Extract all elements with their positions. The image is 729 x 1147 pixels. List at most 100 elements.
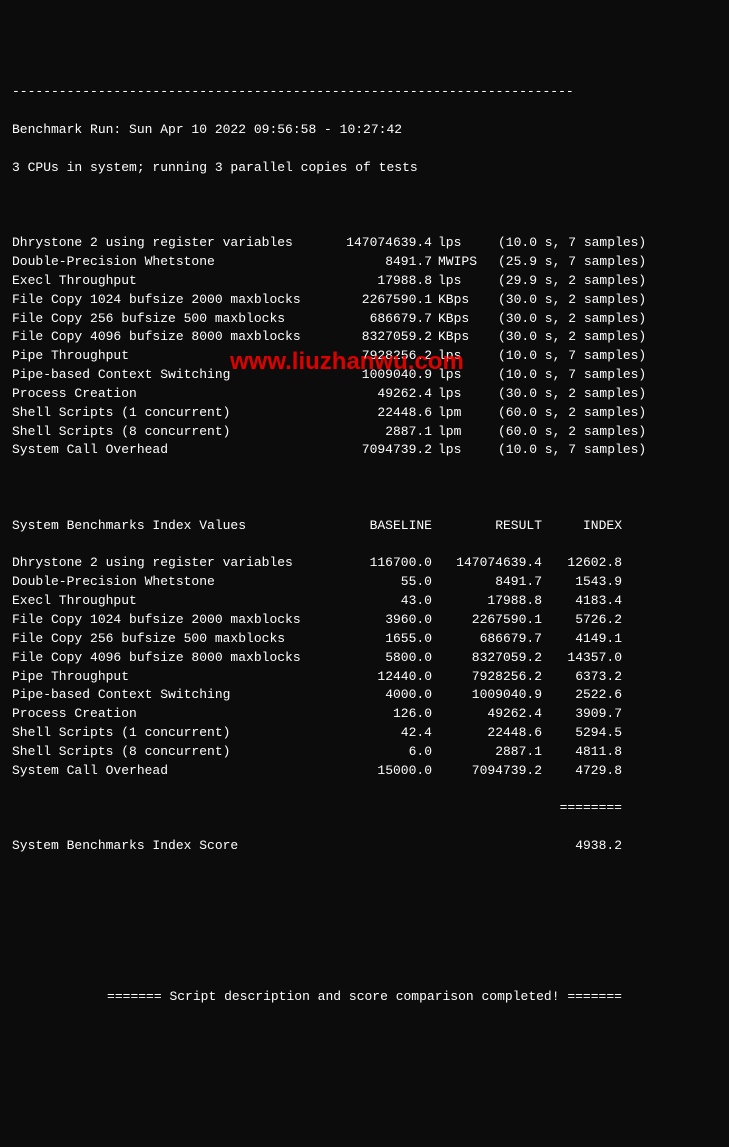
test-value: 8327059.2 [332,328,432,347]
test-name: Pipe-based Context Switching [12,366,332,385]
index-row: Process Creation126.049262.43909.7 [12,705,717,724]
test-row: Dhrystone 2 using register variables1470… [12,234,717,253]
test-value: 49262.4 [332,385,432,404]
index-baseline: 3960.0 [332,611,432,630]
blank-line [12,479,717,498]
test-unit: KBps [432,328,482,347]
index-result-header: RESULT [432,517,542,536]
index-row: Dhrystone 2 using register variables1167… [12,554,717,573]
index-row: Pipe Throughput12440.07928256.26373.2 [12,668,717,687]
index-name: File Copy 4096 bufsize 8000 maxblocks [12,649,332,668]
test-name: Shell Scripts (1 concurrent) [12,404,332,423]
test-timing: (30.0 s, 2 samples) [482,328,646,347]
index-result: 7928256.2 [432,668,542,687]
index-name: System Call Overhead [12,762,332,781]
test-value: 2267590.1 [332,291,432,310]
index-result: 1009040.9 [432,686,542,705]
index-row: Pipe-based Context Switching4000.0100904… [12,686,717,705]
test-row: Pipe-based Context Switching1009040.9lps… [12,366,717,385]
test-unit: lps [432,385,482,404]
test-value: 686679.7 [332,310,432,329]
separator-line: ----------------------------------------… [12,83,717,102]
test-row: File Copy 4096 bufsize 8000 maxblocks832… [12,328,717,347]
test-name: Process Creation [12,385,332,404]
index-result: 7094739.2 [432,762,542,781]
index-index: 4811.8 [542,743,622,762]
test-timing: (10.0 s, 7 samples) [482,366,646,385]
test-row: File Copy 1024 bufsize 2000 maxblocks226… [12,291,717,310]
index-result: 49262.4 [432,705,542,724]
index-name: Shell Scripts (8 concurrent) [12,743,332,762]
index-baseline: 116700.0 [332,554,432,573]
test-value: 7928256.2 [332,347,432,366]
index-name: Pipe Throughput [12,668,332,687]
index-result: 8491.7 [432,573,542,592]
test-timing: (30.0 s, 2 samples) [482,291,646,310]
index-row: File Copy 4096 bufsize 8000 maxblocks580… [12,649,717,668]
test-timing: (10.0 s, 7 samples) [482,347,646,366]
index-row: Double-Precision Whetstone55.08491.71543… [12,573,717,592]
test-name: System Call Overhead [12,441,332,460]
index-result: 2887.1 [432,743,542,762]
score-value: 4938.2 [542,837,622,856]
index-row: System Call Overhead15000.07094739.24729… [12,762,717,781]
test-unit: lps [432,366,482,385]
index-name: Double-Precision Whetstone [12,573,332,592]
benchmark-run-header: Benchmark Run: Sun Apr 10 2022 09:56:58 … [12,121,717,140]
index-index: 2522.6 [542,686,622,705]
test-unit: lpm [432,404,482,423]
index-result: 8327059.2 [432,649,542,668]
blank-line [12,950,717,969]
index-baseline: 126.0 [332,705,432,724]
blank-line [12,196,717,215]
test-timing: (30.0 s, 2 samples) [482,385,646,404]
index-header-row: System Benchmarks Index ValuesBASELINERE… [12,517,717,536]
index-index: 4149.1 [542,630,622,649]
test-value: 1009040.9 [332,366,432,385]
test-row: Execl Throughput17988.8lps(29.9 s, 2 sam… [12,272,717,291]
index-index: 14357.0 [542,649,622,668]
index-result: 147074639.4 [432,554,542,573]
test-timing: (30.0 s, 2 samples) [482,310,646,329]
index-row: Shell Scripts (8 concurrent)6.02887.1481… [12,743,717,762]
test-timing: (60.0 s, 2 samples) [482,423,646,442]
index-name: Process Creation [12,705,332,724]
index-baseline-header: BASELINE [332,517,432,536]
index-baseline: 43.0 [332,592,432,611]
cpu-info: 3 CPUs in system; running 3 parallel cop… [12,159,717,178]
test-unit: lps [432,234,482,253]
index-baseline: 4000.0 [332,686,432,705]
index-index: 1543.9 [542,573,622,592]
test-value: 17988.8 [332,272,432,291]
test-timing: (10.0 s, 7 samples) [482,441,646,460]
test-row: Shell Scripts (1 concurrent)22448.6lpm(6… [12,404,717,423]
test-name: File Copy 256 bufsize 500 maxblocks [12,310,332,329]
test-timing: (60.0 s, 2 samples) [482,404,646,423]
test-row: File Copy 256 bufsize 500 maxblocks68667… [12,310,717,329]
test-value: 7094739.2 [332,441,432,460]
test-value: 147074639.4 [332,234,432,253]
test-name: Pipe Throughput [12,347,332,366]
index-baseline: 6.0 [332,743,432,762]
test-row: Pipe Throughput7928256.2lps(10.0 s, 7 sa… [12,347,717,366]
score-row: System Benchmarks Index Score 4938.2 [12,837,717,856]
index-result: 2267590.1 [432,611,542,630]
test-value: 22448.6 [332,404,432,423]
test-row: Process Creation49262.4lps(30.0 s, 2 sam… [12,385,717,404]
index-row: File Copy 256 bufsize 500 maxblocks1655.… [12,630,717,649]
test-timing: (10.0 s, 7 samples) [482,234,646,253]
index-baseline: 15000.0 [332,762,432,781]
test-name: Dhrystone 2 using register variables [12,234,332,253]
index-name: File Copy 256 bufsize 500 maxblocks [12,630,332,649]
index-row: Execl Throughput43.017988.84183.4 [12,592,717,611]
index-index: 5726.2 [542,611,622,630]
index-row: Shell Scripts (1 concurrent)42.422448.65… [12,724,717,743]
index-title: System Benchmarks Index Values [12,517,332,536]
index-baseline: 55.0 [332,573,432,592]
index-index: 3909.7 [542,705,622,724]
test-value: 2887.1 [332,423,432,442]
index-row: File Copy 1024 bufsize 2000 maxblocks396… [12,611,717,630]
index-index: 5294.5 [542,724,622,743]
blank-line [12,913,717,932]
test-timing: (29.9 s, 2 samples) [482,272,646,291]
